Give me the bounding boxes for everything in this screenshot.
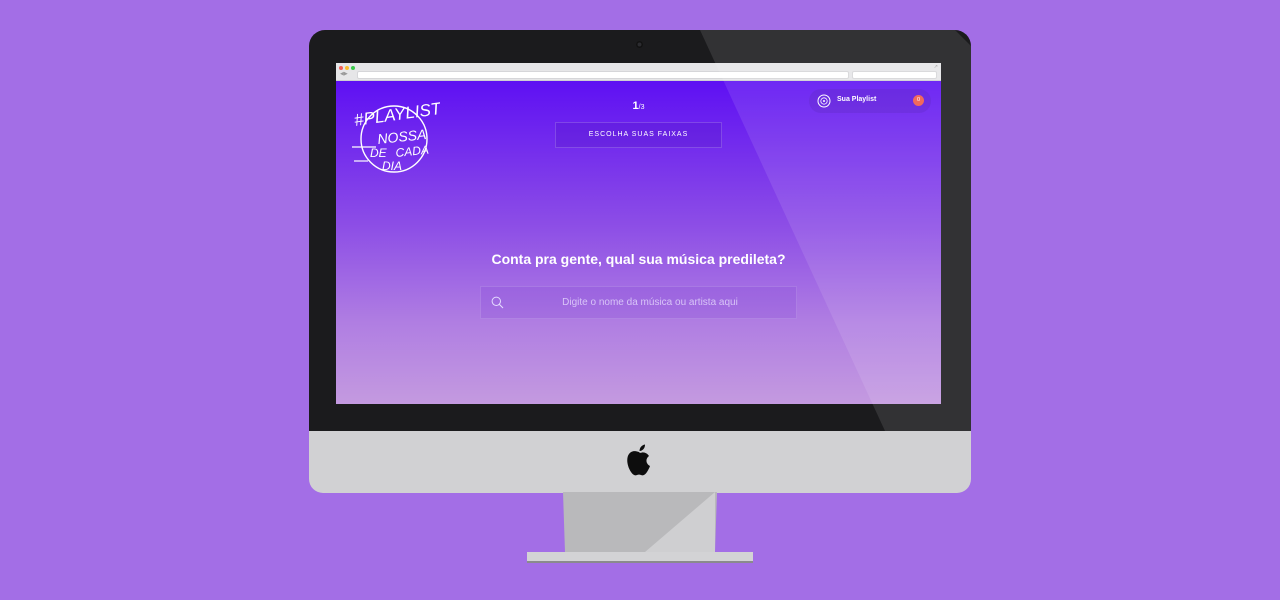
address-bar[interactable]: [357, 71, 849, 79]
question-heading: Conta pra gente, qual sua música predile…: [491, 251, 786, 267]
logo-line-3: DE: [370, 146, 388, 160]
song-search-input[interactable]: [515, 287, 785, 318]
search-icon: [491, 296, 504, 309]
browser-toolbar: ◀▶ ↗: [336, 63, 941, 81]
browser-search-bar[interactable]: [852, 71, 937, 79]
app-page: #PLAYLIST NOSSA DE CADA DIA 1/3 ESCOLHA …: [336, 81, 941, 404]
playlist-count-badge: 0: [913, 95, 924, 106]
step-counter: 1/3: [616, 100, 661, 112]
playlist-logo: #PLAYLIST NOSSA DE CADA DIA: [352, 99, 440, 173]
maximize-window-icon[interactable]: [351, 66, 355, 70]
minimize-window-icon[interactable]: [345, 66, 349, 70]
step-title: ESCOLHA SUAS FAIXAS: [555, 122, 722, 148]
song-search-box[interactable]: [480, 286, 797, 319]
monitor-stand: [527, 492, 753, 563]
stage: ◀▶ ↗ #PLAYLIST NOSSA DE CADA DIA 1/3 ESC…: [0, 0, 1280, 600]
apple-logo-icon: [627, 444, 650, 476]
resize-icon[interactable]: ↗: [934, 65, 938, 70]
close-window-icon[interactable]: [339, 66, 343, 70]
logo-line-4: CADA: [395, 143, 430, 160]
playlist-label: Sua Playlist: [837, 96, 877, 103]
step-total: 3: [640, 104, 645, 111]
logo-line-5: DIA: [382, 159, 402, 173]
monitor-screen: ◀▶ ↗ #PLAYLIST NOSSA DE CADA DIA 1/3 ESC…: [336, 63, 941, 404]
back-forward-icon[interactable]: ◀▶: [340, 72, 348, 77]
logo-line-1: #PLAYLIST: [353, 99, 440, 130]
your-playlist-button[interactable]: Sua Playlist 0: [809, 89, 931, 113]
camera-icon: [636, 41, 643, 48]
disc-icon: [817, 94, 831, 108]
